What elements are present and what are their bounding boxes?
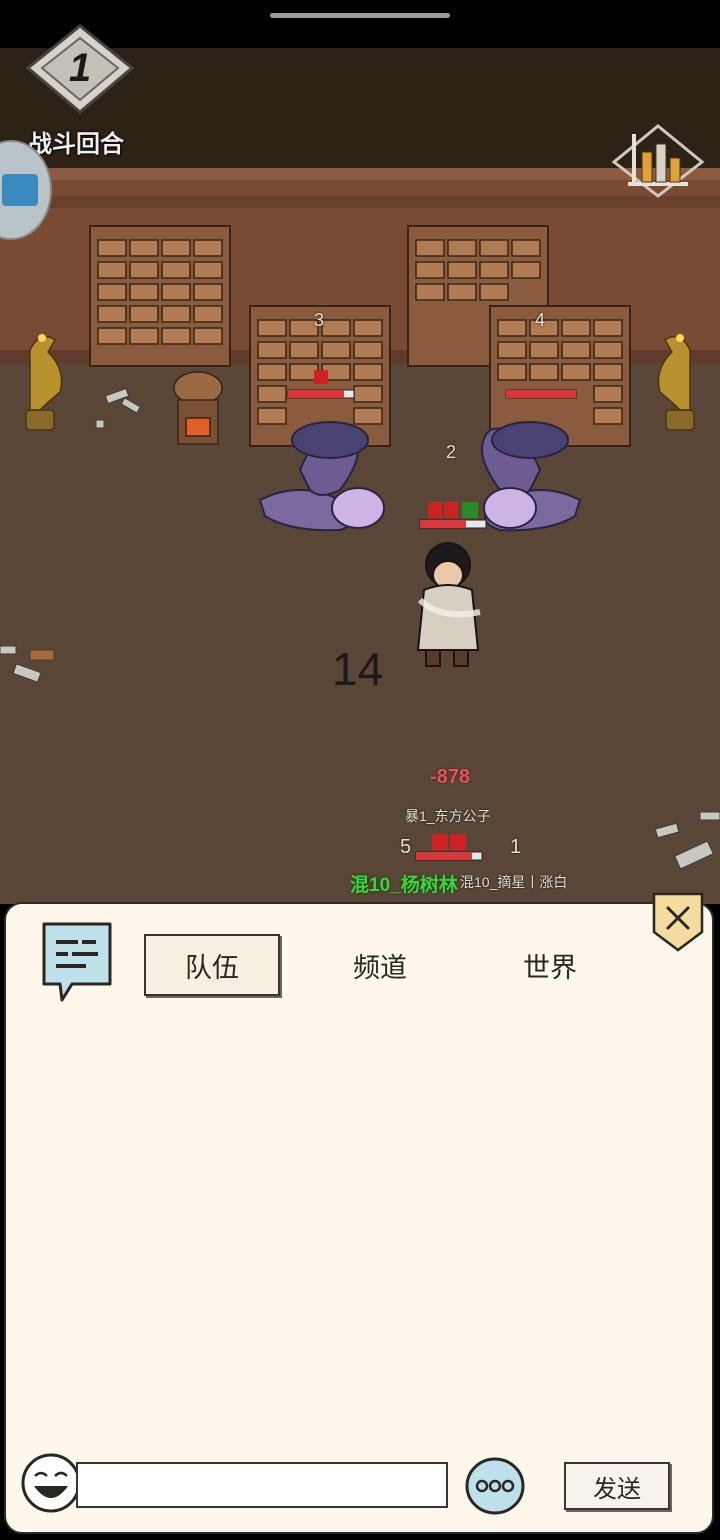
round-number: 1 (68, 46, 92, 90)
more-options-button[interactable] (464, 1456, 526, 1516)
emoji-button[interactable] (20, 1452, 82, 1514)
round-label: 战斗回合 (28, 131, 124, 158)
tab-team[interactable]: 队伍 (144, 934, 280, 996)
ally2-name: 混10_杨树林 (350, 875, 458, 896)
enemy-right-index: 4 (535, 310, 546, 330)
ally1-left-index: 5 (400, 836, 412, 858)
message-input[interactable] (76, 1462, 448, 1508)
chat-panel: 队伍 频道 世界 发送 (4, 892, 714, 1534)
tab-world[interactable]: 世界 (482, 934, 618, 996)
ally1-name: 暴1_东方公子 (405, 808, 491, 824)
tab-channel[interactable]: 频道 (312, 934, 448, 996)
send-button[interactable]: 发送 (564, 1462, 670, 1510)
chat-bubble-icon (38, 918, 116, 1002)
turn-countdown: 14 (332, 643, 384, 695)
emoji-face-icon (21, 1453, 81, 1513)
more-options-icon (465, 1457, 525, 1515)
close-button[interactable] (652, 892, 704, 952)
round-badge: 1 (24, 22, 136, 118)
close-icon (652, 892, 704, 952)
side-app-icon (2, 174, 38, 206)
damage-number: -878 (430, 766, 471, 788)
player-index: 2 (446, 442, 457, 462)
enemy-left-index: 3 (314, 310, 325, 330)
stats-button[interactable] (610, 124, 706, 200)
stats-chart-icon (611, 124, 705, 198)
ally3-name: 混10_摘星丨涨白 (460, 874, 568, 890)
ally1-right-index: 1 (510, 836, 522, 858)
